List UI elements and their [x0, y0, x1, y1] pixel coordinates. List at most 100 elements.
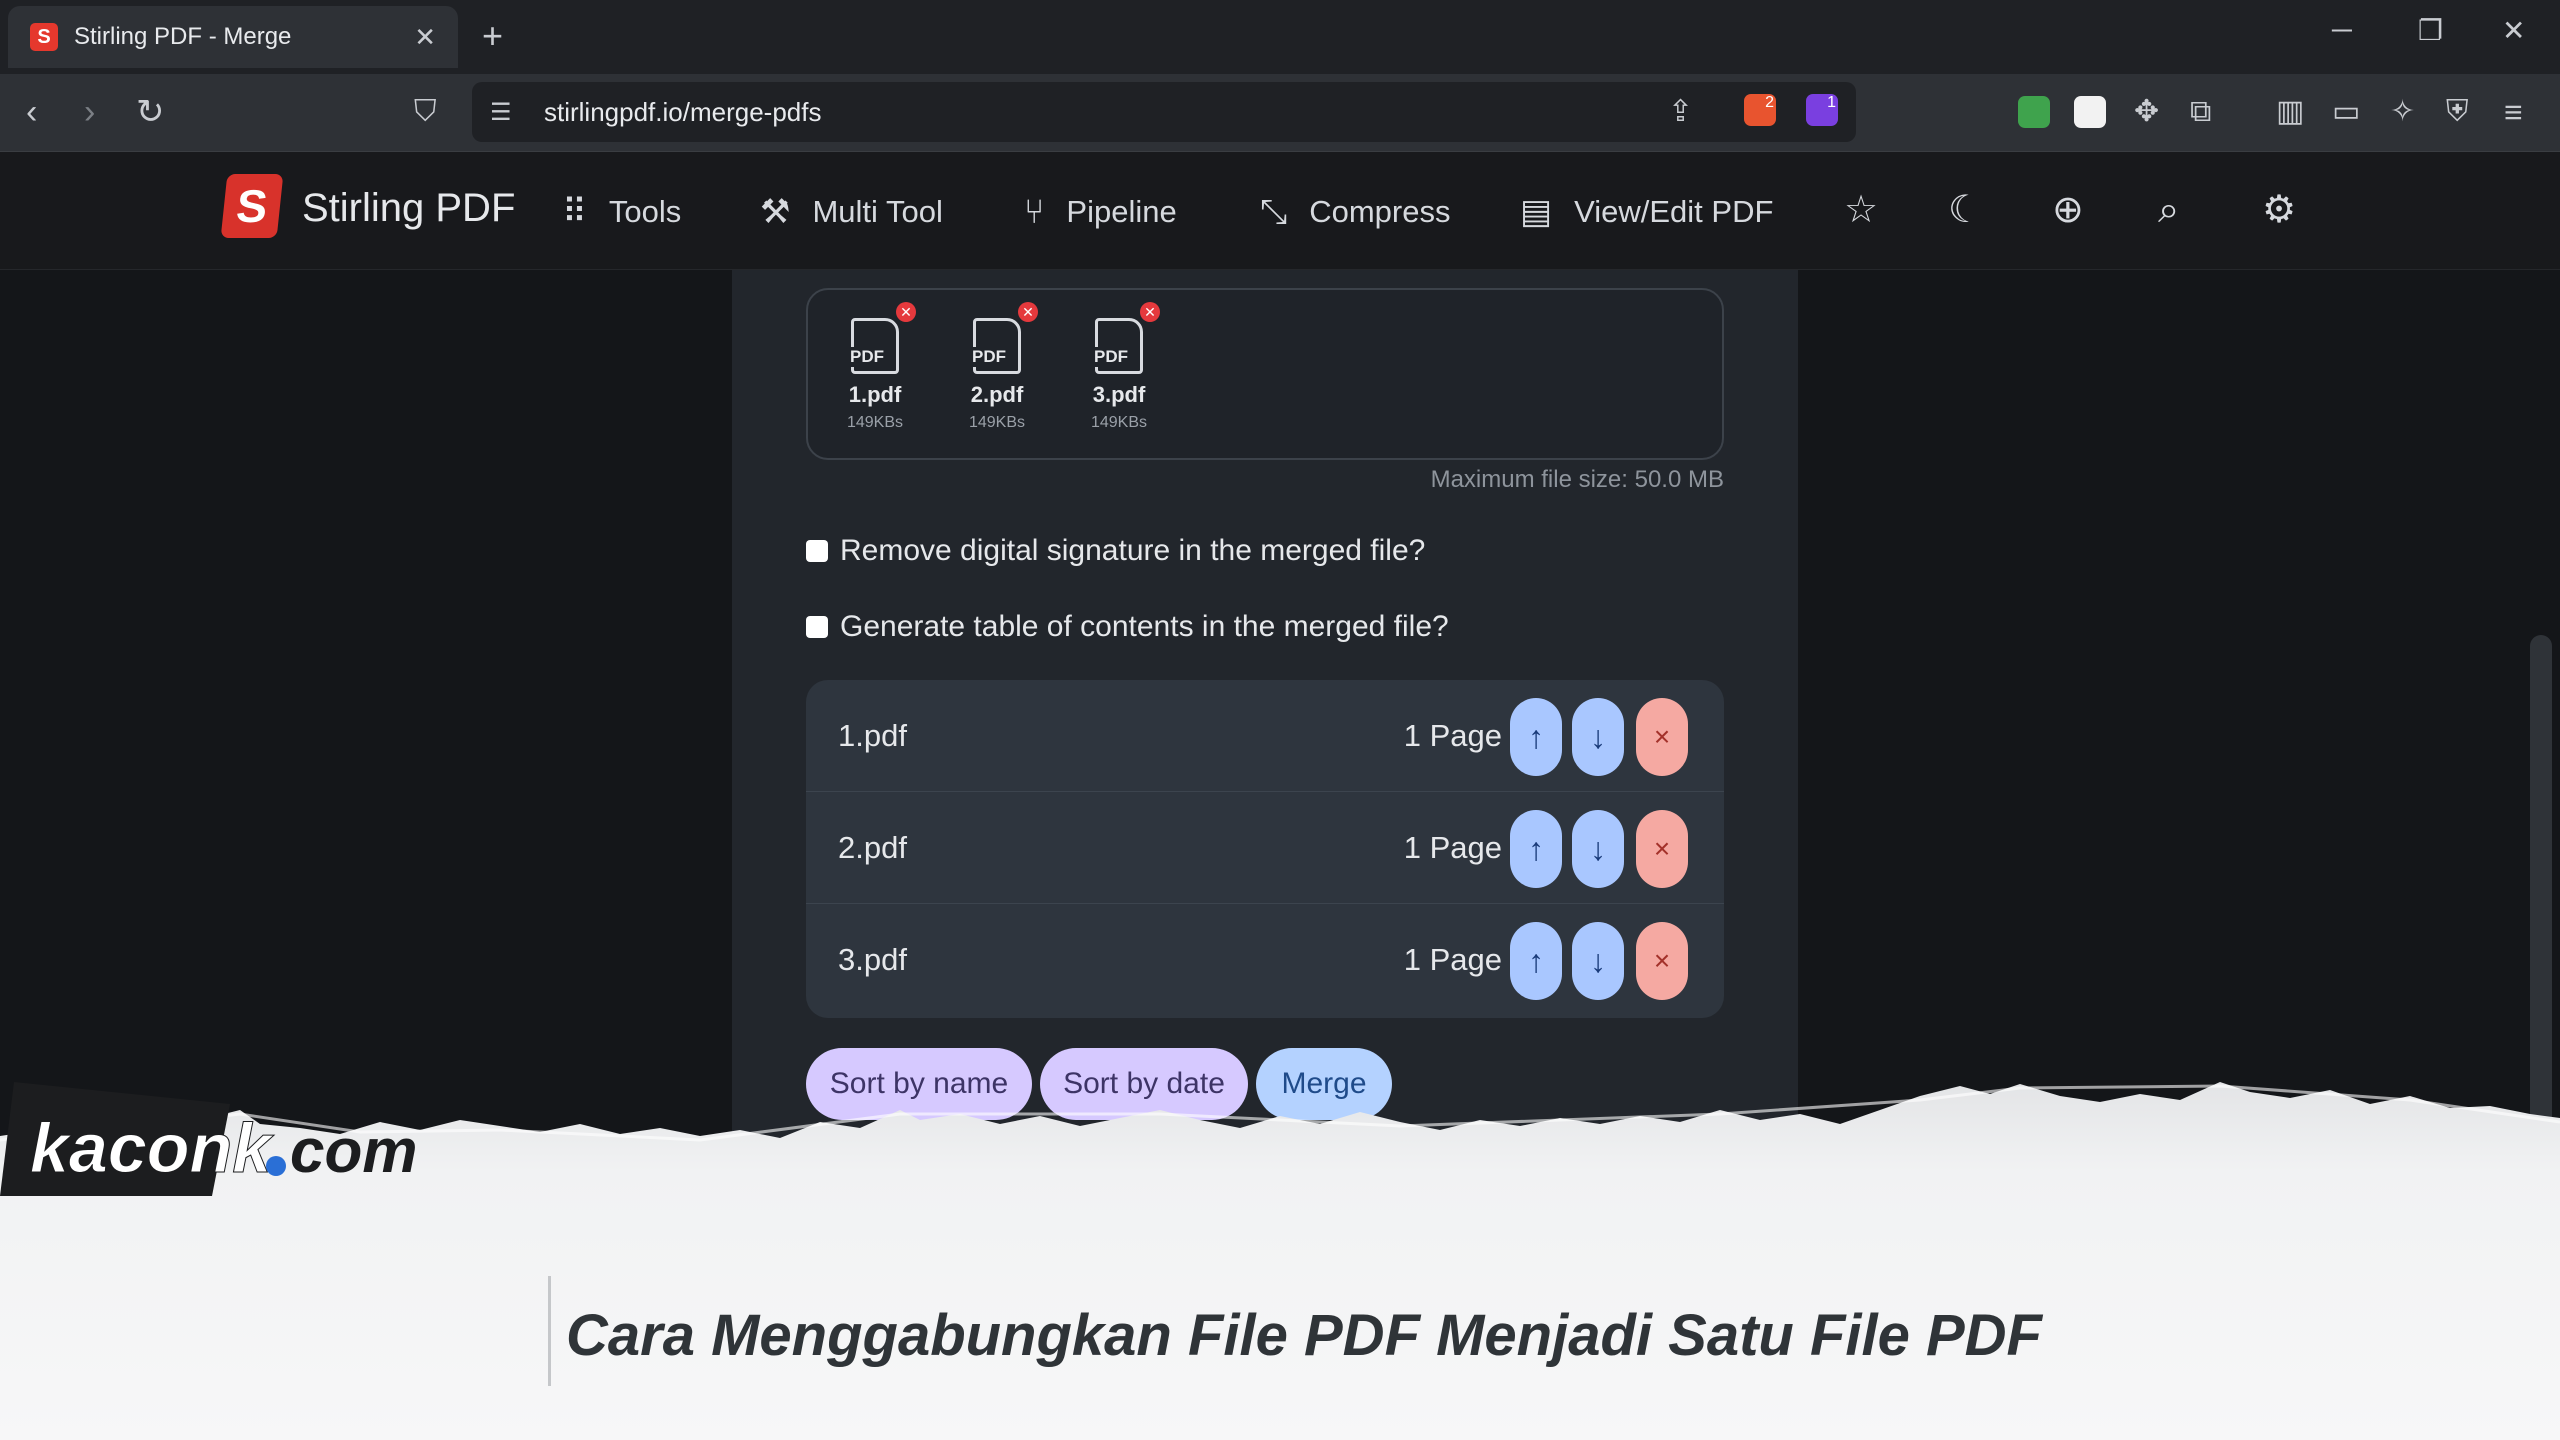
nav-compress[interactable]: ⤡ Compress — [1260, 190, 1450, 234]
nav-pipeline-label: Pipeline — [1066, 194, 1177, 229]
nav-compress-label: Compress — [1309, 194, 1451, 229]
nav-view-edit-pdf[interactable]: ▤ View/Edit PDF — [1520, 190, 1773, 234]
list-item: 2.pdf 1 Page ↑ ↓ × — [806, 792, 1724, 904]
brave-rewards-icon[interactable]: 1 — [1806, 94, 1838, 126]
new-tab-button[interactable]: + — [482, 18, 503, 54]
uploaded-file-2: PDF ✕ 2.pdf 149KBs — [962, 302, 1038, 432]
restore-icon[interactable]: ❐ — [2418, 14, 2443, 47]
nav-view-edit-label: View/Edit PDF — [1574, 194, 1774, 229]
svg-text:com: com — [290, 1117, 417, 1186]
wallet-icon[interactable]: ▭ — [2332, 92, 2360, 132]
search-icon[interactable]: ⌕ — [2158, 188, 2179, 232]
tab-title: Stirling PDF - Merge — [74, 23, 292, 50]
file-name: 2.pdf — [970, 382, 1024, 407]
uploaded-file-1: PDF ✕ 1.pdf 149KBs — [840, 302, 916, 432]
generate-toc-checkbox[interactable] — [806, 616, 828, 638]
settings-gear-icon[interactable]: ⚙ — [2262, 188, 2296, 232]
file-size: 149KBs — [968, 414, 1026, 431]
address-bar[interactable]: ☰ stirlingpdf.io/merge-pdfs ⇪ 2 1 — [472, 82, 1856, 142]
list-item: 1.pdf 1 Page ↑ ↓ × — [806, 680, 1724, 792]
file-size: 149KBs — [846, 414, 904, 431]
extensions-icon[interactable]: ✥ — [2134, 92, 2159, 132]
watermark-title: Cara Menggabungkan File PDF Menjadi Satu… — [566, 1303, 2042, 1368]
stirling-logo-icon[interactable]: S — [220, 174, 284, 238]
list-file-name: 2.pdf — [838, 830, 907, 865]
list-page-count: 1 Page — [1403, 830, 1502, 865]
pdf-file-icon: PDF — [848, 318, 899, 374]
vpn-icon[interactable]: ⛨ — [2446, 92, 2469, 132]
bookmark-icon[interactable]: ⛉ — [414, 92, 437, 132]
file-name: 1.pdf — [848, 382, 902, 407]
watermark-divider — [548, 1276, 551, 1386]
book-icon: ▤ — [1520, 193, 1553, 231]
tab-close-icon[interactable]: ✕ — [414, 22, 436, 53]
file-dropzone[interactable]: PDF ✕ 1.pdf 149KBs PDF ✕ 2.pdf 149KBs PD… — [806, 288, 1724, 460]
move-up-button[interactable]: ↑ — [1510, 922, 1562, 1000]
list-file-name: 1.pdf — [838, 718, 907, 753]
remove-button[interactable]: × — [1636, 698, 1688, 776]
remove-file-icon[interactable]: ✕ — [896, 302, 916, 322]
nav-multi-tool-label: Multi Tool — [812, 194, 943, 229]
remove-file-icon[interactable]: ✕ — [1018, 302, 1038, 322]
nav-pipeline[interactable]: ⑂ Pipeline — [1024, 190, 1177, 234]
remove-signature-option[interactable]: Remove digital signature in the merged f… — [806, 534, 1425, 568]
pdf-file-icon: PDF — [970, 318, 1021, 374]
stirling-favicon-icon: S — [30, 23, 58, 51]
browser-tab-strip: S Stirling PDF - Merge ✕ + ─ ❐ ✕ — [0, 0, 2560, 74]
app-navbar: S Stirling PDF ⠿ Tools ⚒ Multi Tool ⑂ Pi… — [0, 152, 2560, 270]
remove-signature-checkbox[interactable] — [806, 540, 828, 562]
remove-signature-label: Remove digital signature in the merged f… — [840, 534, 1426, 567]
tools-icon: ⚒ — [760, 193, 791, 231]
extension-color-icon[interactable] — [2018, 96, 2050, 128]
grid-icon: ⠿ — [562, 193, 587, 231]
video-watermark-banner: kaconk com Cara Menggabungkan File PDF M… — [0, 1080, 2560, 1440]
reload-icon[interactable]: ↻ — [136, 92, 165, 132]
sidebar-icon[interactable]: ▥ — [2276, 92, 2304, 132]
browser-tab-active[interactable]: S Stirling PDF - Merge ✕ — [8, 6, 458, 68]
generate-toc-label: Generate table of contents in the merged… — [840, 610, 1449, 643]
move-down-button[interactable]: ↓ — [1572, 698, 1624, 776]
minimize-icon[interactable]: ─ — [2332, 14, 2352, 46]
pipeline-icon: ⑂ — [1024, 192, 1045, 231]
leo-ai-icon[interactable]: ✧ — [2390, 92, 2415, 132]
max-file-size-hint: Maximum file size: 50.0 MB — [1430, 466, 1724, 493]
site-settings-icon[interactable]: ☰ — [490, 98, 512, 127]
language-globe-icon[interactable]: ⊕ — [2052, 188, 2084, 232]
remove-file-icon[interactable]: ✕ — [1140, 302, 1160, 322]
kaconk-logo-icon: kaconk com — [0, 1082, 417, 1196]
window-close-icon[interactable]: ✕ — [2502, 14, 2525, 47]
svg-text:kaconk: kaconk — [30, 1109, 274, 1187]
nav-multi-tool[interactable]: ⚒ Multi Tool — [760, 190, 943, 234]
nav-tools-label: Tools — [608, 194, 682, 229]
back-icon[interactable]: ‹ — [26, 92, 37, 132]
url-text[interactable]: stirlingpdf.io/merge-pdfs — [544, 97, 821, 128]
remove-button[interactable]: × — [1636, 922, 1688, 1000]
move-up-button[interactable]: ↑ — [1510, 810, 1562, 888]
forward-icon[interactable]: › — [84, 92, 95, 132]
compress-icon: ⤡ — [1260, 192, 1288, 231]
share-icon[interactable]: ⇪ — [1668, 94, 1693, 129]
menu-icon[interactable]: ≡ — [2504, 92, 2523, 132]
move-down-button[interactable]: ↓ — [1572, 922, 1624, 1000]
list-file-name: 3.pdf — [838, 942, 907, 977]
extension-link-icon[interactable] — [2074, 96, 2106, 128]
list-page-count: 1 Page — [1403, 718, 1502, 753]
nav-tools[interactable]: ⠿ Tools — [562, 190, 681, 234]
favorite-star-icon[interactable]: ☆ — [1844, 188, 1878, 232]
file-size: 149KBs — [1090, 414, 1148, 431]
file-name: 3.pdf — [1092, 382, 1146, 407]
generate-toc-option[interactable]: Generate table of contents in the merged… — [806, 610, 1449, 644]
remove-button[interactable]: × — [1636, 810, 1688, 888]
merge-file-list: 1.pdf 1 Page ↑ ↓ × 2.pdf 1 Page ↑ ↓ × 3.… — [806, 680, 1724, 1018]
browser-toolbar: ‹ › ↻ ⛉ ☰ stirlingpdf.io/merge-pdfs ⇪ 2 … — [0, 74, 2560, 152]
uploaded-file-3: PDF ✕ 3.pdf 149KBs — [1084, 302, 1160, 432]
screenshot-icon[interactable]: ⧉ — [2190, 92, 2211, 132]
brave-shield-icon[interactable]: 2 — [1744, 94, 1776, 126]
move-down-button[interactable]: ↓ — [1572, 810, 1624, 888]
move-up-button[interactable]: ↑ — [1510, 698, 1562, 776]
list-item: 3.pdf 1 Page ↑ ↓ × — [806, 904, 1724, 1016]
pdf-file-icon: PDF — [1092, 318, 1143, 374]
list-page-count: 1 Page — [1403, 942, 1502, 977]
brand-name[interactable]: Stirling PDF — [302, 186, 515, 231]
dark-mode-moon-icon[interactable]: ☾ — [1948, 188, 1982, 232]
